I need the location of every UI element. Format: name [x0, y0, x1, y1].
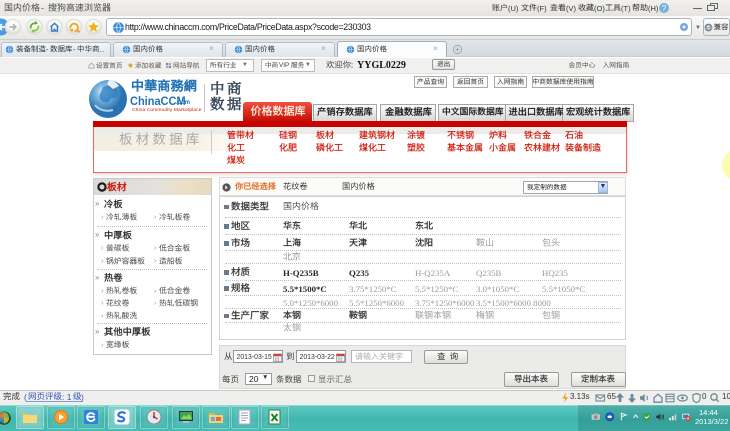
svg-text:?: ? [662, 4, 667, 13]
